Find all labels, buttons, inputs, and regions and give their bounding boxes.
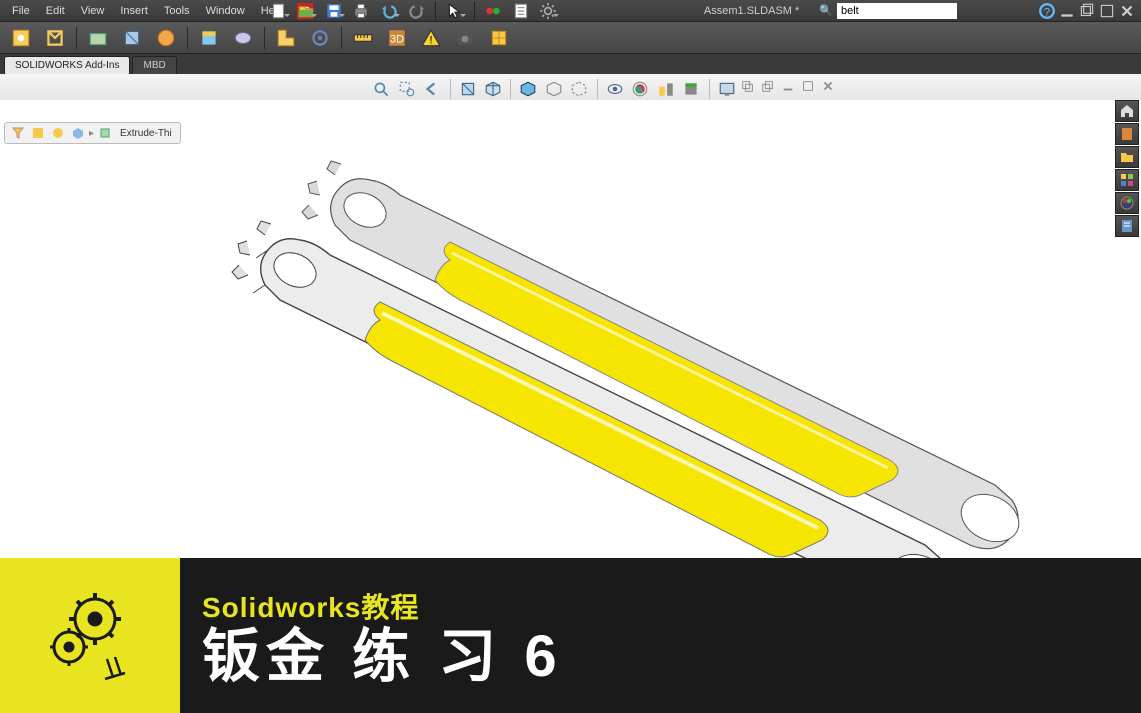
tool-8[interactable]	[271, 24, 301, 52]
zoom-fit-button[interactable]	[370, 77, 393, 101]
task-pane	[1115, 100, 1139, 237]
doc-close-button[interactable]	[821, 79, 835, 98]
tool-1[interactable]	[6, 24, 36, 52]
section-view-button[interactable]	[456, 77, 479, 101]
banner-subtitle: Solidworks教程	[202, 586, 1141, 626]
svg-text:3D: 3D	[390, 33, 404, 45]
options-button[interactable]	[536, 0, 562, 22]
menu-view[interactable]: View	[73, 3, 113, 19]
menu-insert[interactable]: Insert	[112, 3, 156, 19]
extrude-feature-icon[interactable]	[96, 124, 114, 142]
close-button[interactable]	[1118, 3, 1136, 19]
tool-measure[interactable]	[348, 24, 378, 52]
redo-button[interactable]	[404, 0, 430, 22]
menu-edit[interactable]: Edit	[38, 3, 73, 19]
tool-warning[interactable]: !	[416, 24, 446, 52]
restore-button[interactable]	[1078, 3, 1096, 19]
file-properties-button[interactable]	[508, 0, 534, 22]
display-style-button[interactable]	[517, 77, 540, 101]
new-button[interactable]	[266, 0, 292, 22]
custom-properties-tab[interactable]	[1115, 215, 1139, 237]
command-manager-tabs: SOLIDWORKS Add-Ins MBD	[0, 54, 1141, 74]
tool-6[interactable]	[194, 24, 224, 52]
apply-scene-button[interactable]	[629, 77, 652, 101]
view-palette-tab[interactable]	[1115, 169, 1139, 191]
tool-3[interactable]	[83, 24, 113, 52]
appearances-tab[interactable]	[1115, 192, 1139, 214]
rebuild-button[interactable]	[480, 0, 506, 22]
minimize-button[interactable]	[1058, 3, 1076, 19]
view-normal-button[interactable]	[604, 77, 627, 101]
view-settings-button[interactable]	[655, 77, 678, 101]
doc-maximize-button[interactable]	[801, 79, 815, 98]
zoom-area-button[interactable]	[396, 77, 419, 101]
command-manager: 3D !	[0, 22, 1141, 54]
tool-10[interactable]: 3D	[382, 24, 412, 52]
maximize-button[interactable]	[1098, 3, 1116, 19]
gears-icon	[35, 581, 145, 691]
print-button[interactable]	[349, 0, 375, 22]
edit-appearance-button[interactable]	[568, 77, 591, 101]
feature-icon-2[interactable]	[49, 124, 67, 142]
banner-icon-box	[0, 558, 180, 713]
tool-7[interactable]	[228, 24, 258, 52]
feature-icon-1[interactable]	[29, 124, 47, 142]
new-window-button[interactable]	[680, 77, 703, 101]
file-explorer-tab[interactable]	[1115, 146, 1139, 168]
quick-access-toolbar	[260, 0, 821, 22]
tool-5[interactable]	[151, 24, 181, 52]
feature-label[interactable]: Extrude-Thi	[116, 128, 176, 139]
tool-9[interactable]	[305, 24, 335, 52]
tool-11[interactable]	[484, 24, 514, 52]
tool-4[interactable]	[117, 24, 147, 52]
save-button[interactable]	[321, 0, 347, 22]
filter-icon[interactable]	[9, 124, 27, 142]
doc-back-button[interactable]	[741, 79, 755, 98]
open-button[interactable]	[294, 0, 320, 22]
feature-icon-3[interactable]	[69, 124, 87, 142]
view-orientation-button[interactable]	[482, 77, 505, 101]
svg-text:!: !	[429, 34, 432, 46]
search-input[interactable]	[837, 3, 957, 19]
tutorial-banner: Solidworks教程 钣金 练 习 6	[0, 558, 1141, 713]
help-dropdown[interactable]: ?	[1038, 3, 1056, 19]
banner-title: 钣金 练 习 6	[202, 628, 1141, 686]
previous-view-button[interactable]	[421, 77, 444, 101]
display-panel-button[interactable]	[715, 77, 738, 101]
design-library-tab[interactable]	[1115, 123, 1139, 145]
menu-file[interactable]: File	[4, 3, 38, 19]
select-button[interactable]	[442, 0, 468, 22]
menu-tools[interactable]: Tools	[156, 3, 198, 19]
home-tab[interactable]	[1115, 100, 1139, 122]
hide-show-button[interactable]	[543, 77, 566, 101]
tool-2[interactable]	[40, 24, 70, 52]
svg-text:?: ?	[1044, 6, 1050, 18]
search-icon: 🔍	[819, 4, 833, 17]
undo-button[interactable]	[376, 0, 402, 22]
menu-window[interactable]: Window	[198, 3, 253, 19]
tab-mbd[interactable]: MBD	[132, 56, 176, 74]
tab-addins[interactable]: SOLIDWORKS Add-Ins	[4, 56, 130, 74]
feature-tree-breadcrumb: ▸ Extrude-Thi	[4, 122, 181, 144]
doc-minimize-button[interactable]	[781, 79, 795, 98]
doc-forward-button[interactable]	[761, 79, 775, 98]
tool-camera[interactable]	[450, 24, 480, 52]
